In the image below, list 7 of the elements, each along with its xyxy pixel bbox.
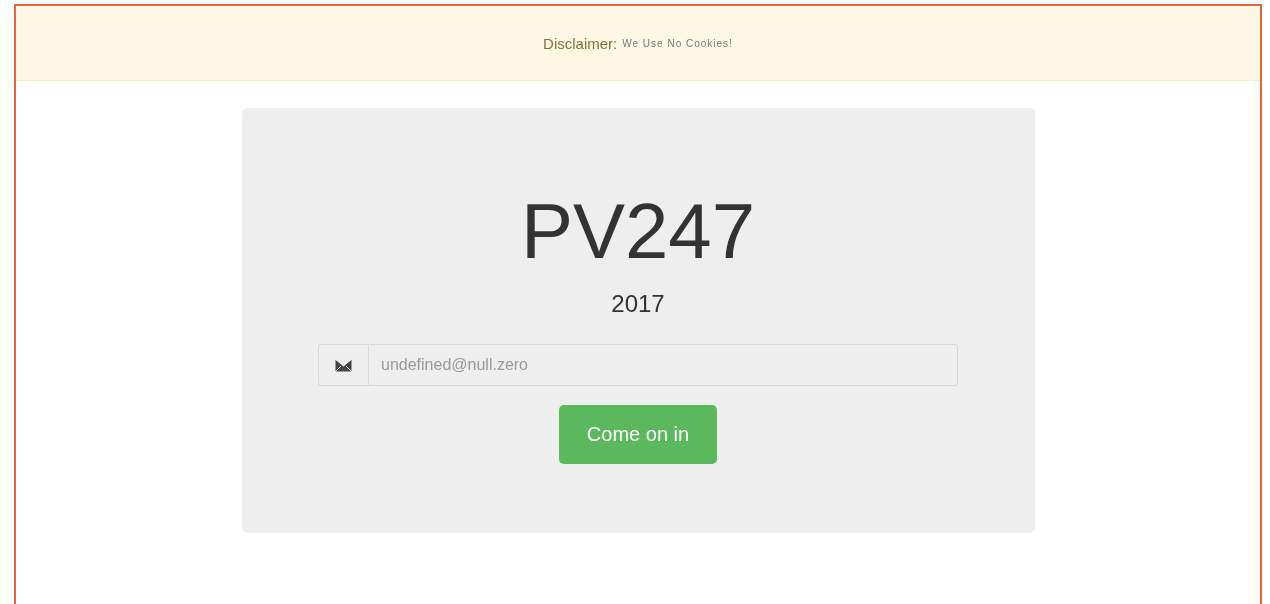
envelope-icon (335, 358, 352, 372)
year-subtitle: 2017 (611, 290, 665, 318)
email-field[interactable]: undefined@null.zero (368, 344, 958, 386)
enter-button[interactable]: Come on in (559, 405, 717, 464)
title: PV247 (520, 186, 756, 276)
disclaimer-label: Disclaimer: (543, 34, 618, 52)
disclaimer-text: We Use No Cookies! (622, 37, 733, 49)
